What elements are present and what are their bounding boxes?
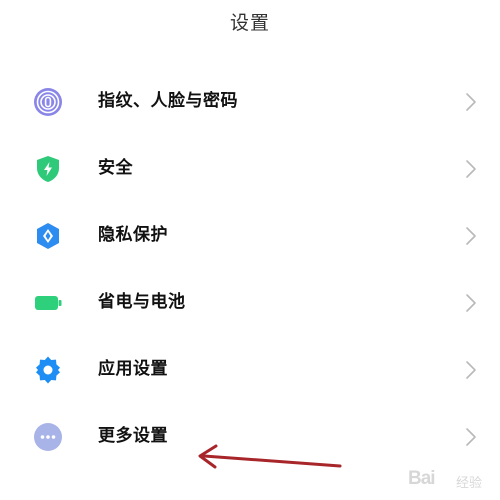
battery-icon <box>33 288 63 318</box>
settings-item-app-settings[interactable]: 应用设置 <box>0 336 500 403</box>
chevron-right-icon <box>464 426 478 448</box>
settings-item-label: 指纹、人脸与密码 <box>98 91 238 111</box>
chevron-right-icon <box>464 91 478 113</box>
annotation-arrow <box>198 444 342 469</box>
chevron-right-icon <box>464 292 478 314</box>
page-title: 设置 <box>229 12 270 34</box>
settings-item-label: 隐私保护 <box>98 225 168 245</box>
watermark-logo-text: Bai <box>408 468 436 489</box>
settings-item-label: 更多设置 <box>98 426 168 446</box>
settings-list: 指纹、人脸与密码 安全 隐私保护 省电与电池 应用设置 更多设置 <box>0 68 500 470</box>
chevron-right-icon <box>464 225 478 247</box>
settings-item-fingerprint[interactable]: 指纹、人脸与密码 <box>0 68 500 135</box>
settings-item-privacy[interactable]: 隐私保护 <box>0 202 500 269</box>
watermark-sub-text: 经验 <box>456 476 483 491</box>
settings-item-security[interactable]: 安全 <box>0 135 500 202</box>
more-icon <box>33 422 63 452</box>
chevron-right-icon <box>464 359 478 381</box>
baidu-watermark: Bai 经验 <box>408 466 494 496</box>
settings-screen: 设置 指纹、人脸与密码 安全 隐私保护 省电与电池 应用设置 更多设置 Bai … <box>0 0 500 500</box>
fingerprint-icon <box>33 87 63 117</box>
settings-item-label: 省电与电池 <box>98 292 186 312</box>
gear-icon <box>33 355 63 385</box>
privacy-icon <box>33 221 63 251</box>
shield-icon <box>33 154 63 184</box>
chevron-right-icon <box>464 158 478 180</box>
settings-item-battery[interactable]: 省电与电池 <box>0 269 500 336</box>
settings-item-label: 应用设置 <box>98 359 168 379</box>
settings-item-label: 安全 <box>98 158 133 178</box>
